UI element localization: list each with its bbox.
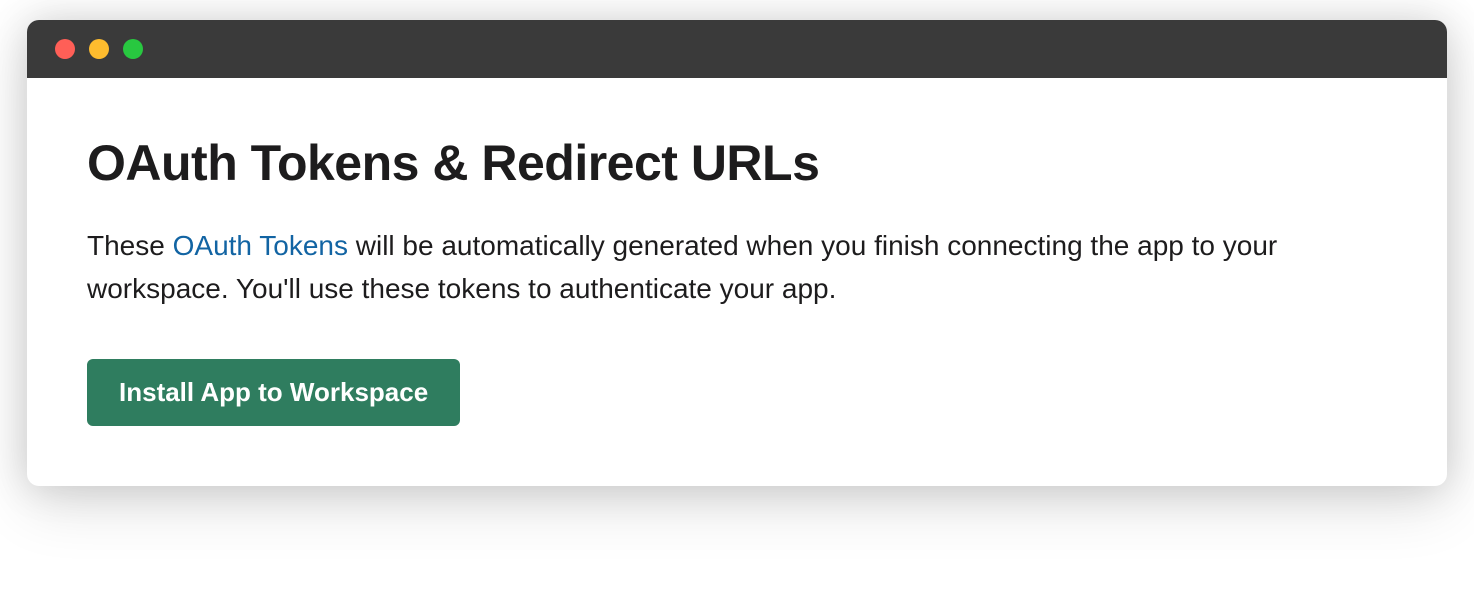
page-title: OAuth Tokens & Redirect URLs — [87, 134, 1387, 192]
close-icon[interactable] — [55, 39, 75, 59]
minimize-icon[interactable] — [89, 39, 109, 59]
app-window: OAuth Tokens & Redirect URLs These OAuth… — [27, 20, 1447, 486]
window-content: OAuth Tokens & Redirect URLs These OAuth… — [27, 78, 1447, 486]
oauth-tokens-link[interactable]: OAuth Tokens — [173, 230, 348, 261]
install-app-button[interactable]: Install App to Workspace — [87, 359, 460, 426]
window-titlebar — [27, 20, 1447, 78]
maximize-icon[interactable] — [123, 39, 143, 59]
page-description: These OAuth Tokens will be automatically… — [87, 224, 1387, 311]
description-text-before: These — [87, 230, 173, 261]
